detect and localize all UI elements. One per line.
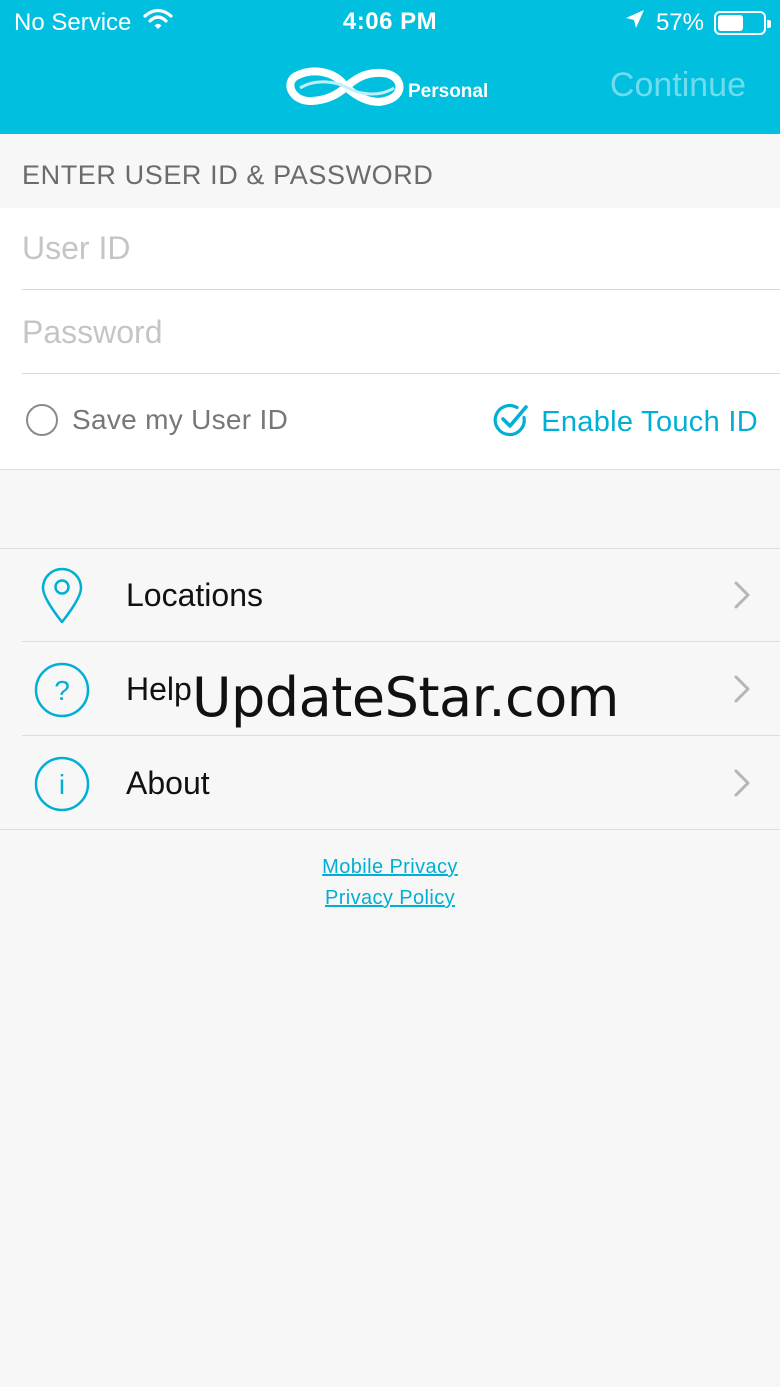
password-input[interactable] [22,314,780,351]
brand-logo: Personal [286,64,488,115]
app-screen: No Service 4:06 PM 57% Personal Continue… [0,0,780,1387]
password-field-row [22,292,780,374]
status-bar: No Service 4:06 PM 57% [0,0,780,44]
save-user-id-toggle[interactable]: Save my User ID [26,404,288,436]
privacy-links: Mobile Privacy Privacy Policy [0,852,780,914]
battery-icon [714,10,771,35]
privacy-policy-link[interactable]: Privacy Policy [0,883,780,914]
menu-label-locations: Locations [126,577,263,613]
continue-button[interactable]: Continue [610,66,746,105]
save-user-id-radio[interactable] [26,404,58,436]
menu-label-help: Help [126,671,192,707]
chevron-right-icon [734,581,750,614]
save-user-id-label: Save my User ID [72,404,289,435]
logo-text: Personal [408,80,489,102]
location-pin-icon [34,567,90,625]
check-circle-icon [493,402,529,443]
svg-text:?: ? [54,675,70,706]
info-circle-icon: i [34,755,90,813]
watermark: UpdateStar.com [192,666,619,729]
user-id-field-row [22,208,780,290]
chevron-right-icon [734,769,750,802]
menu-label-about: About [126,765,210,801]
menu-item-locations[interactable]: Locations [0,549,780,642]
mobile-privacy-link[interactable]: Mobile Privacy [0,852,780,883]
app-header: No Service 4:06 PM 57% Personal Continue [0,0,780,134]
enable-touch-id-toggle[interactable]: Enable Touch ID [493,402,758,443]
question-circle-icon: ? [34,661,90,719]
svg-text:i: i [59,769,65,800]
login-section-title: ENTER USER ID & PASSWORD [22,160,434,190]
battery-percent: 57% [655,8,704,36]
status-right: 57% [624,8,771,37]
battery-level [718,14,744,31]
location-arrow-icon [624,8,646,37]
infinity-logo-icon [286,64,406,115]
user-id-input[interactable] [22,230,780,267]
login-form: Save my User ID Enable Touch ID [0,208,780,470]
chevron-right-icon [734,675,750,708]
menu-item-about[interactable]: i About [0,737,780,830]
enable-touch-id-label: Enable Touch ID [541,406,758,438]
